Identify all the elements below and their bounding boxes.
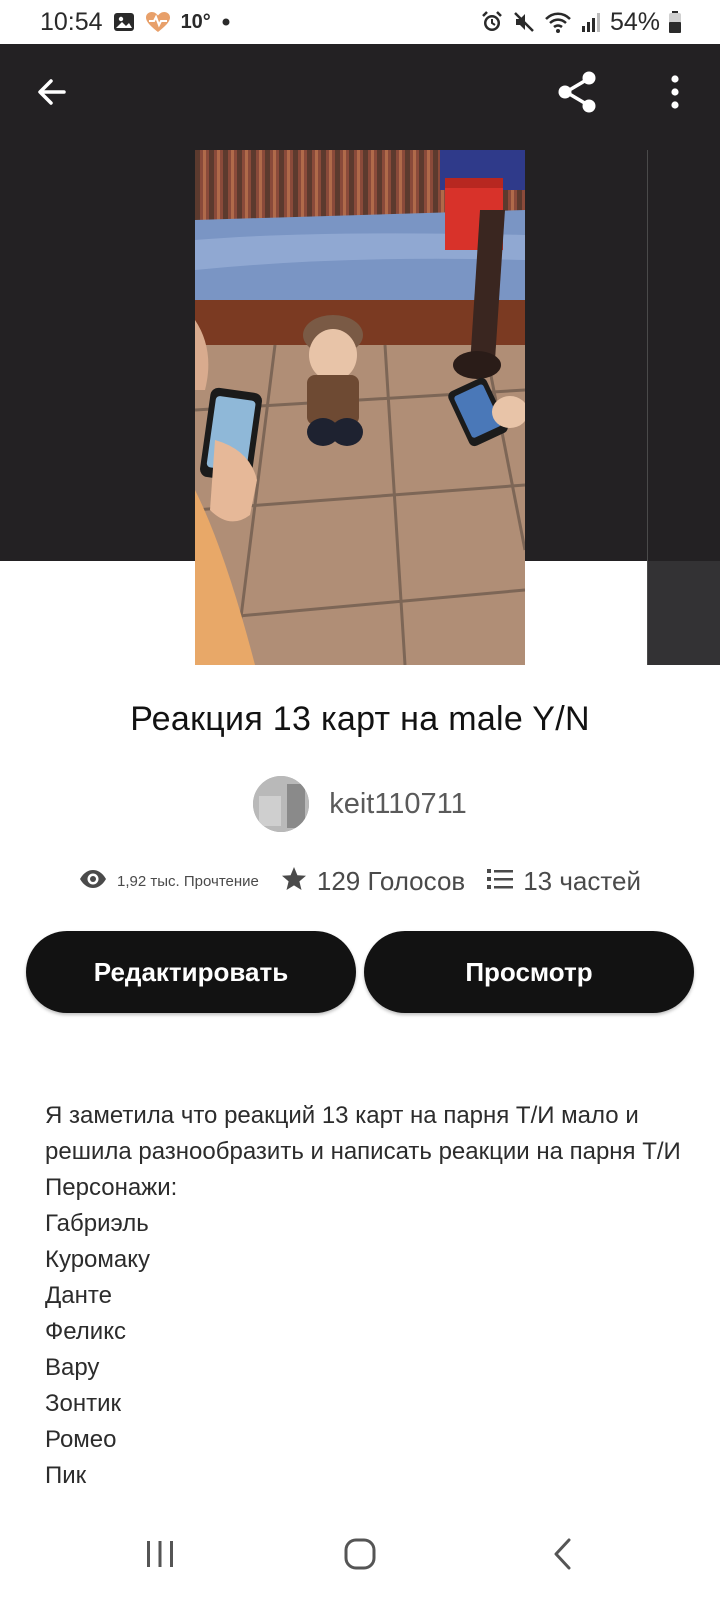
next-story-cover[interactable] (647, 150, 720, 665)
parts-stat: 13 частей (487, 866, 641, 897)
back-button[interactable] (20, 62, 84, 126)
wifi-icon (544, 10, 572, 34)
story-title: Реакция 13 карт на male Y/N (130, 700, 590, 738)
recents-icon (144, 1539, 176, 1574)
edit-button[interactable]: Редактировать (26, 931, 356, 1013)
arrow-left-icon (34, 74, 70, 115)
top-app-bar (0, 44, 720, 144)
votes-stat: 129 Голосов (281, 866, 465, 897)
back-icon (551, 1537, 575, 1576)
home-button[interactable] (328, 1528, 392, 1584)
status-bar: 10:54 10° 54% (0, 0, 720, 44)
author-name[interactable]: keit110711 (329, 788, 467, 821)
description-line: Данте (45, 1282, 112, 1309)
description-line: Зонтик (45, 1390, 121, 1417)
description-line: Габриэль (45, 1210, 149, 1237)
avatar[interactable] (253, 776, 310, 832)
description-intro: Я заметила что реакций 13 карт на парня … (45, 1102, 681, 1165)
status-time: 10:54 (40, 7, 103, 36)
description-line: Вару (45, 1354, 100, 1381)
status-temperature: 10° (180, 10, 211, 33)
description-line: Куромаку (45, 1246, 151, 1273)
battery-icon (668, 10, 682, 34)
parts-count: 13 частей (523, 866, 641, 896)
description-line: Персонажи: (45, 1174, 178, 1201)
author-row[interactable]: keit110711 (0, 776, 720, 832)
votes-count: 129 Голосов (316, 866, 466, 896)
dot-icon (221, 17, 231, 27)
description-line: Феликс (45, 1318, 126, 1345)
eye-icon (79, 869, 107, 894)
alarm-icon (480, 10, 504, 34)
story-stats: 1,92 тыс. Прочтение 129 Голосов 13 часте… (0, 866, 720, 897)
more-options-button[interactable] (643, 62, 707, 126)
story-cover-image[interactable] (195, 150, 525, 665)
more-vertical-icon (669, 74, 681, 115)
next-cover-top (648, 150, 720, 561)
recents-button[interactable] (128, 1528, 192, 1584)
home-icon (343, 1537, 377, 1576)
mute-icon (512, 10, 536, 34)
reads-count: 1,92 тыс. Прочтение (117, 873, 259, 890)
reads-stat: 1,92 тыс. Прочтение (79, 869, 259, 894)
system-nav-bar (0, 1510, 720, 1600)
image-icon (113, 11, 135, 33)
description-line: Пик (45, 1462, 87, 1489)
cover-illustration (195, 150, 525, 665)
list-icon (487, 868, 514, 895)
description-line: Ромео (45, 1426, 117, 1453)
star-icon (281, 866, 307, 897)
health-icon (145, 11, 171, 33)
story-description: Я заметила что реакций 13 карт на парня … (45, 1098, 685, 1510)
share-button[interactable] (545, 62, 609, 126)
share-icon (553, 68, 601, 121)
system-back-button[interactable] (531, 1528, 595, 1584)
view-button[interactable]: Просмотр (364, 931, 694, 1013)
signal-icon (580, 11, 602, 33)
status-battery-level: 54% (609, 7, 660, 36)
